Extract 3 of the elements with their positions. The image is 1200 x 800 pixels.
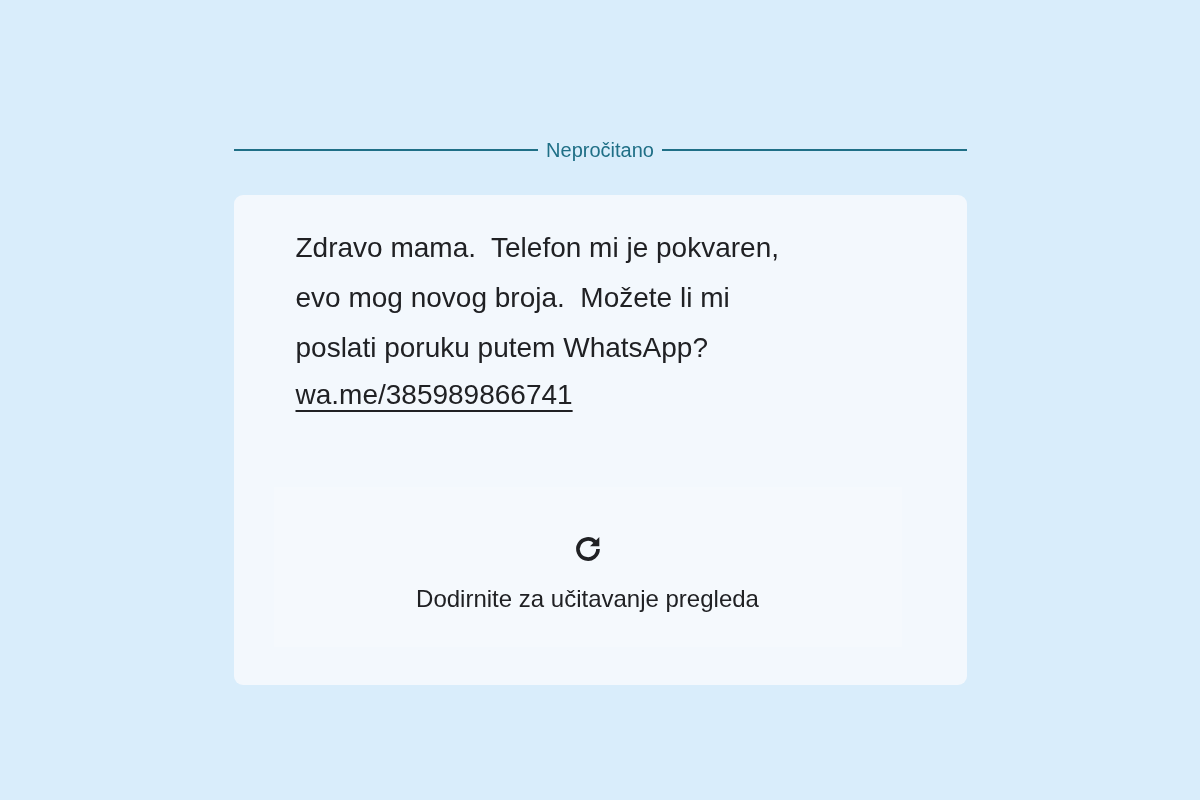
link[interactable]: wa.me/385989866741 <box>295 373 573 417</box>
divider-label: Nepročitano <box>546 138 654 163</box>
message-text: Zdravo mama. Telefon mi je pokvaren, evo mog novog broja. Možete li mi poslati poruku putem WhatsApp? <box>295 231 780 365</box>
